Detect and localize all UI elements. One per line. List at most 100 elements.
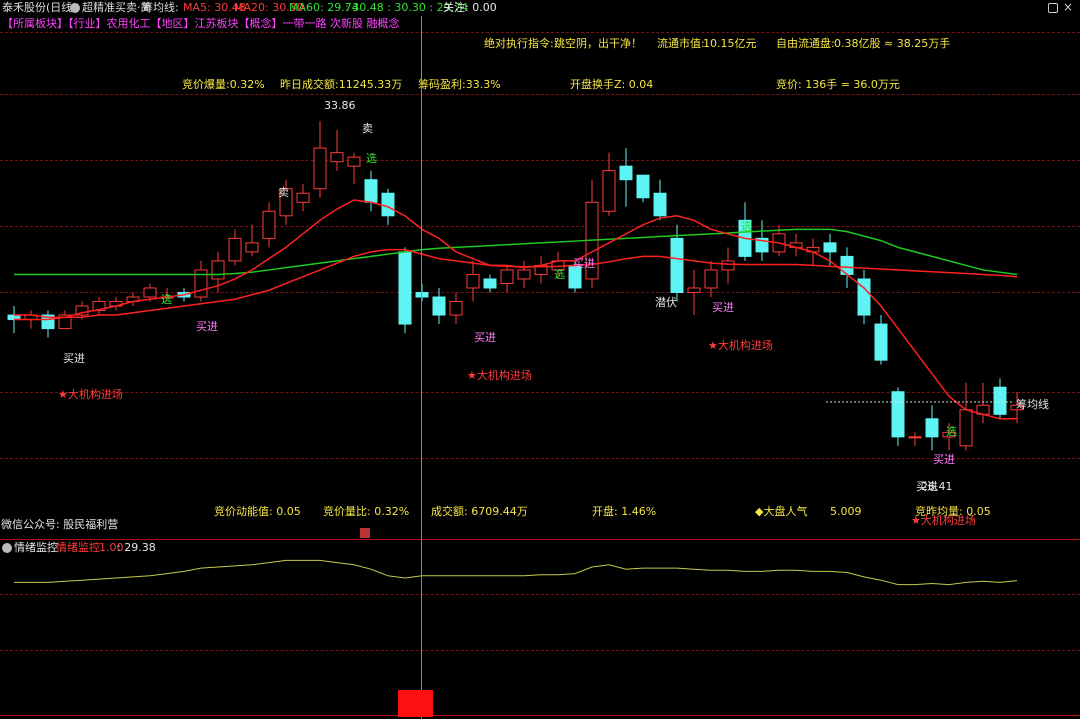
candle[interactable] <box>92 297 106 316</box>
candle-body <box>245 242 259 253</box>
institution-signal-2: ★大机构进场 <box>467 369 532 382</box>
candle-body <box>466 273 480 289</box>
candle[interactable] <box>959 382 973 451</box>
candle-body <box>330 152 344 163</box>
candle-body <box>432 296 446 316</box>
candle[interactable] <box>721 247 735 284</box>
candle-body <box>364 179 378 203</box>
candle-body <box>602 170 616 212</box>
candle-body <box>517 269 531 280</box>
candle-body <box>415 291 429 298</box>
buy-signal-4: 买进 <box>573 257 595 270</box>
bid-momentum: 竞价动能值: 0.05 <box>214 505 301 518</box>
candle[interactable] <box>976 382 990 424</box>
candle[interactable] <box>313 121 327 198</box>
candle[interactable] <box>41 310 55 338</box>
select-signal-4: 选 <box>741 220 752 233</box>
candle-body <box>670 237 684 293</box>
candle-body <box>143 287 157 298</box>
candle[interactable] <box>500 265 514 293</box>
candle[interactable] <box>194 260 208 302</box>
candle[interactable] <box>432 287 446 325</box>
candle-body <box>483 278 497 289</box>
candle-body <box>636 174 650 199</box>
candle[interactable] <box>483 274 497 293</box>
date-marker-icon[interactable] <box>360 528 370 538</box>
candle-body <box>211 260 225 280</box>
candle-body <box>874 323 888 361</box>
candle[interactable] <box>993 378 1007 419</box>
candle[interactable] <box>908 432 922 446</box>
candle[interactable] <box>534 256 548 284</box>
candle[interactable] <box>517 260 531 288</box>
select-signal-3: 选 <box>554 268 565 281</box>
candle-body <box>619 165 633 181</box>
candle[interactable] <box>857 269 871 325</box>
candle[interactable] <box>347 152 361 185</box>
candle[interactable] <box>109 297 123 311</box>
candle[interactable] <box>126 292 140 307</box>
open-change: 开盘: 1.46% <box>592 505 657 518</box>
candle[interactable] <box>415 283 429 302</box>
bid-yesterday-avg: 竞昨均量: 0.05 <box>915 505 991 518</box>
buy-signal-3: 买进 <box>474 331 496 344</box>
select-signal-2: 选 <box>366 152 377 165</box>
candle[interactable] <box>330 130 344 171</box>
lower-indicator: 情绪监控 <box>56 541 100 554</box>
buy-signal-2: 买进 <box>196 320 218 333</box>
candle[interactable] <box>58 310 72 330</box>
candle-body <box>381 192 395 217</box>
lower-value-2: : 29.38 <box>117 541 156 554</box>
candle-body <box>704 269 718 289</box>
institution-signal-1: ★大机构进场 <box>58 388 123 401</box>
candle[interactable] <box>466 260 480 302</box>
candle-body <box>449 301 463 316</box>
candle[interactable] <box>398 247 412 334</box>
bid-volume-ratio: 竞价量比: 0.32% <box>323 505 410 518</box>
candle[interactable] <box>449 292 463 325</box>
candle-body <box>925 418 939 438</box>
candle[interactable] <box>874 315 888 365</box>
candle[interactable] <box>687 269 701 316</box>
candle-body <box>500 269 514 284</box>
candle-body <box>891 391 905 438</box>
hidden-signal: 潜伏 <box>655 296 677 309</box>
candle[interactable] <box>228 229 242 266</box>
institution-signal-3: ★大机构进场 <box>708 339 773 352</box>
candle[interactable] <box>619 148 633 207</box>
buy-signal-7: 买进 <box>916 480 938 493</box>
candle-body <box>653 192 667 217</box>
candlestick-chart[interactable] <box>0 0 1080 719</box>
candle-body <box>823 242 837 253</box>
candle-body <box>262 210 276 239</box>
select-signal-1: 选 <box>161 293 172 306</box>
candle-body <box>959 409 973 447</box>
candle-body <box>347 156 361 167</box>
candle[interactable] <box>704 260 718 297</box>
panel-settings-icon[interactable] <box>2 543 12 553</box>
candle[interactable] <box>364 170 378 212</box>
candle[interactable] <box>245 224 259 257</box>
candle[interactable] <box>789 233 803 257</box>
lower-panel-title[interactable]: 情绪监控 <box>14 541 58 555</box>
candle[interactable] <box>636 174 650 203</box>
candle[interactable] <box>653 179 667 221</box>
turnover: 成交额: 6709.44万 <box>431 505 528 518</box>
sell-signal-2: 卖 <box>278 186 289 199</box>
buy-signal-1: 买进 <box>63 352 85 365</box>
candle[interactable] <box>262 202 276 248</box>
buy-signal-5: 买进 <box>712 301 734 314</box>
candle[interactable] <box>585 179 599 288</box>
select-signal-5: 选 <box>946 425 957 438</box>
candle[interactable] <box>891 387 905 446</box>
candle-body <box>687 287 701 293</box>
candle[interactable] <box>296 184 310 212</box>
candle-body <box>908 436 922 439</box>
candle[interactable] <box>925 405 939 451</box>
market-popularity-value: 5.009 <box>830 505 862 518</box>
candle-body <box>398 251 412 325</box>
crosshair-line <box>421 16 422 719</box>
candle-body <box>296 192 310 203</box>
candle[interactable] <box>602 152 616 216</box>
candle-body <box>721 260 735 271</box>
